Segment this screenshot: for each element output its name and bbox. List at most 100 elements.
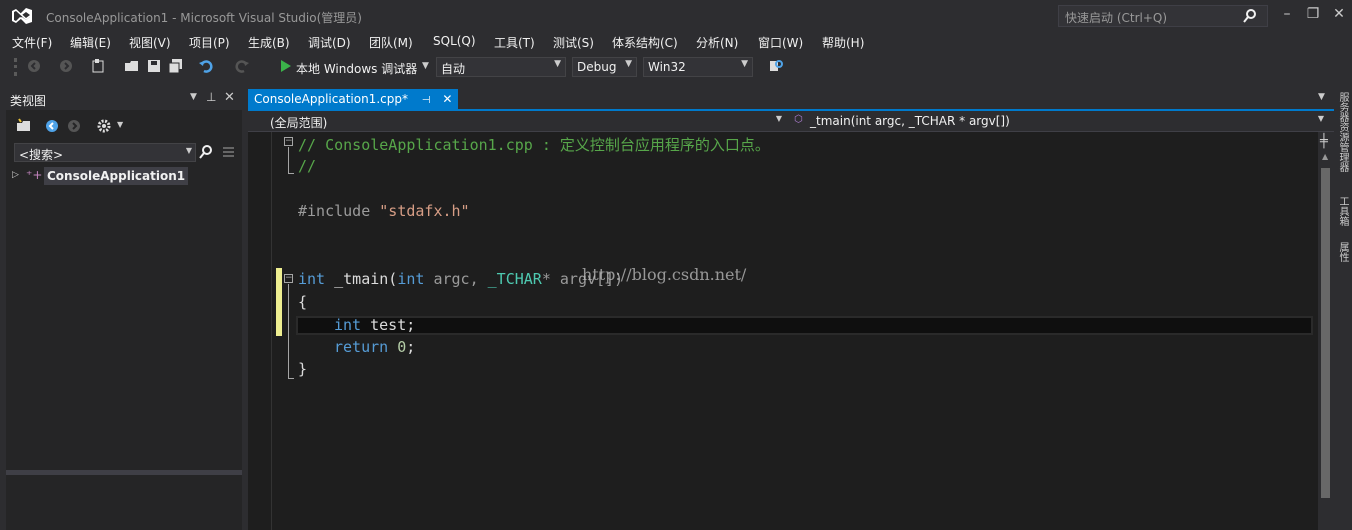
redo-icon[interactable] (234, 58, 250, 74)
close-icon[interactable]: ✕ (224, 90, 235, 105)
expand-arrow-icon[interactable]: ▷ (12, 170, 19, 180)
changed-lines-marker (276, 268, 282, 336)
code-line-4: #include "stdafx.h" (298, 202, 470, 220)
tab-list-chevron-down-icon[interactable]: ▼ (1318, 92, 1325, 102)
class-view-search-input[interactable]: <搜索> ▼ (14, 143, 196, 162)
quick-launch-input[interactable]: 快速启动 (Ctrl+Q) (1058, 5, 1268, 27)
class-view-panel: 类视图 ▼ ⊥ ✕ ▼ <搜索> ▼ ▷ ⁺+ ConsoleApplicati… (6, 88, 242, 530)
collapse-comment-icon[interactable]: − (284, 137, 293, 146)
menu-file[interactable]: 文件(F) (12, 34, 52, 51)
navigate-forward-icon[interactable] (58, 58, 74, 74)
menu-sql[interactable]: SQL(Q) (433, 34, 476, 48)
class-view-header: 类视图 ▼ ⊥ ✕ (6, 88, 242, 110)
chevron-down-icon[interactable]: ▼ (186, 146, 192, 155)
maximize-icon[interactable]: ❐ (1302, 6, 1324, 24)
new-folder-icon[interactable] (16, 118, 32, 134)
panel-title: 类视图 (10, 94, 47, 108)
side-tab-properties[interactable]: 属性 (1337, 242, 1348, 262)
code-line-8: int test; (334, 316, 415, 334)
outline-line (288, 284, 289, 379)
outline-line (288, 147, 289, 174)
tab-consoleapplication1-cpp[interactable]: ConsoleApplication1.cpp* ⊣ ✕ (248, 89, 459, 109)
member-dropdown[interactable]: ⬡ _tmain(int argc, _TCHAR * argv[]) ▼ (792, 112, 1328, 130)
pin-icon[interactable]: ⊣ (422, 95, 431, 106)
configuration-value: Debug (577, 60, 617, 74)
gutter-divider (271, 132, 272, 530)
menu-help[interactable]: 帮助(H) (822, 34, 864, 51)
window-title: ConsoleApplication1 - Microsoft Visual S… (46, 11, 362, 25)
search-icon[interactable] (198, 144, 214, 160)
start-debugger-label[interactable]: 本地 Windows 调试器 (296, 60, 417, 77)
close-icon[interactable]: ✕ (1328, 6, 1350, 24)
menu-edit[interactable]: 编辑(E) (70, 34, 111, 51)
search-icon[interactable] (1242, 8, 1258, 24)
configuration-dropdown[interactable]: Debug ▼ (572, 57, 637, 77)
side-tab-server-explorer[interactable]: 服务器资源管理器 (1337, 92, 1348, 172)
find-in-files-icon[interactable] (768, 58, 784, 74)
code-line-9: return 0; (334, 338, 415, 356)
include-string: "stdafx.h" (379, 202, 470, 220)
semicolon: ; (406, 338, 416, 356)
settings-chevron-down-icon[interactable]: ▼ (117, 120, 123, 129)
undo-icon[interactable] (198, 58, 214, 74)
menu-debug[interactable]: 调试(D) (308, 34, 351, 51)
navigate-back-icon[interactable] (26, 58, 42, 74)
chevron-down-icon: ▼ (775, 114, 782, 123)
outline-line-end (288, 173, 294, 174)
menu-analyze[interactable]: 分析(N) (696, 34, 738, 51)
save-all-icon[interactable] (168, 58, 184, 74)
browse-list-icon[interactable] (220, 144, 236, 160)
tree-item-project[interactable]: ConsoleApplication1 (44, 167, 189, 185)
menu-tools[interactable]: 工具(T) (494, 34, 535, 51)
menu-view[interactable]: 视图(V) (129, 34, 171, 51)
chevron-down-icon: ▼ (1317, 114, 1324, 123)
forward-icon[interactable] (66, 118, 82, 134)
platform-dropdown[interactable]: Win32 ▼ (643, 57, 753, 77)
minimize-icon[interactable]: – (1276, 6, 1298, 24)
new-project-icon[interactable] (90, 58, 106, 74)
menu-bar: 文件(F) 编辑(E) 视图(V) 项目(P) 生成(B) 调试(D) 团队(M… (0, 32, 1352, 52)
method-icon: ⬡ (794, 114, 803, 125)
back-icon[interactable] (44, 118, 60, 134)
menu-team[interactable]: 团队(M) (369, 34, 413, 51)
project-icon: ⁺+ (26, 168, 43, 182)
tab-label: ConsoleApplication1.cpp* (254, 92, 408, 106)
code-line-1: // ConsoleApplication1.cpp : 定义控制台应用程序的入… (298, 134, 770, 155)
collapse-function-icon[interactable]: − (284, 274, 293, 283)
start-debugging-icon[interactable] (278, 58, 294, 74)
code-line-7: { (298, 293, 307, 311)
platform-value: Win32 (648, 60, 686, 74)
menu-test[interactable]: 测试(S) (553, 34, 594, 51)
menu-project[interactable]: 项目(P) (189, 34, 230, 51)
save-icon[interactable] (146, 58, 162, 74)
scope-dropdown[interactable]: (全局范围) ▼ (266, 112, 786, 130)
chevron-down-icon: ▼ (741, 59, 748, 69)
solution-config-auto-dropdown[interactable]: 自动 ▼ (436, 57, 566, 77)
menu-window[interactable]: 窗口(W) (758, 34, 803, 51)
quick-launch-placeholder: 快速启动 (Ctrl+Q) (1065, 11, 1168, 25)
settings-gear-icon[interactable] (96, 118, 112, 134)
scroll-up-icon[interactable]: ▲ (1322, 152, 1328, 161)
toolbar-grip[interactable] (14, 58, 20, 76)
statement-text: test; (361, 316, 416, 334)
panel-menu-chevron-down-icon[interactable]: ▼ (190, 92, 197, 102)
scrollbar-thumb[interactable] (1321, 168, 1330, 498)
split-window-icon[interactable]: ╪ (1320, 134, 1328, 149)
menu-architecture[interactable]: 体系结构(C) (612, 34, 678, 51)
search-placeholder: <搜索> (19, 148, 64, 162)
brace: } (298, 360, 308, 378)
param-text: argc, (424, 270, 488, 288)
pin-icon[interactable]: ⊥ (206, 90, 216, 104)
side-tab-toolbox[interactable]: 工具箱 (1337, 196, 1348, 226)
open-file-icon[interactable] (124, 58, 140, 74)
menu-build[interactable]: 生成(B) (248, 34, 290, 51)
keyword: int (334, 316, 362, 334)
include-directive: #include (298, 202, 380, 220)
debugger-dropdown-chevron-down-icon[interactable]: ▼ (422, 61, 429, 71)
visual-studio-logo-icon (12, 8, 32, 24)
outline-line-end (288, 378, 294, 379)
keyword: return (334, 338, 389, 356)
close-tab-icon[interactable]: ✕ (442, 92, 452, 106)
panel-splitter[interactable] (6, 470, 242, 475)
chevron-down-icon: ▼ (625, 59, 632, 69)
